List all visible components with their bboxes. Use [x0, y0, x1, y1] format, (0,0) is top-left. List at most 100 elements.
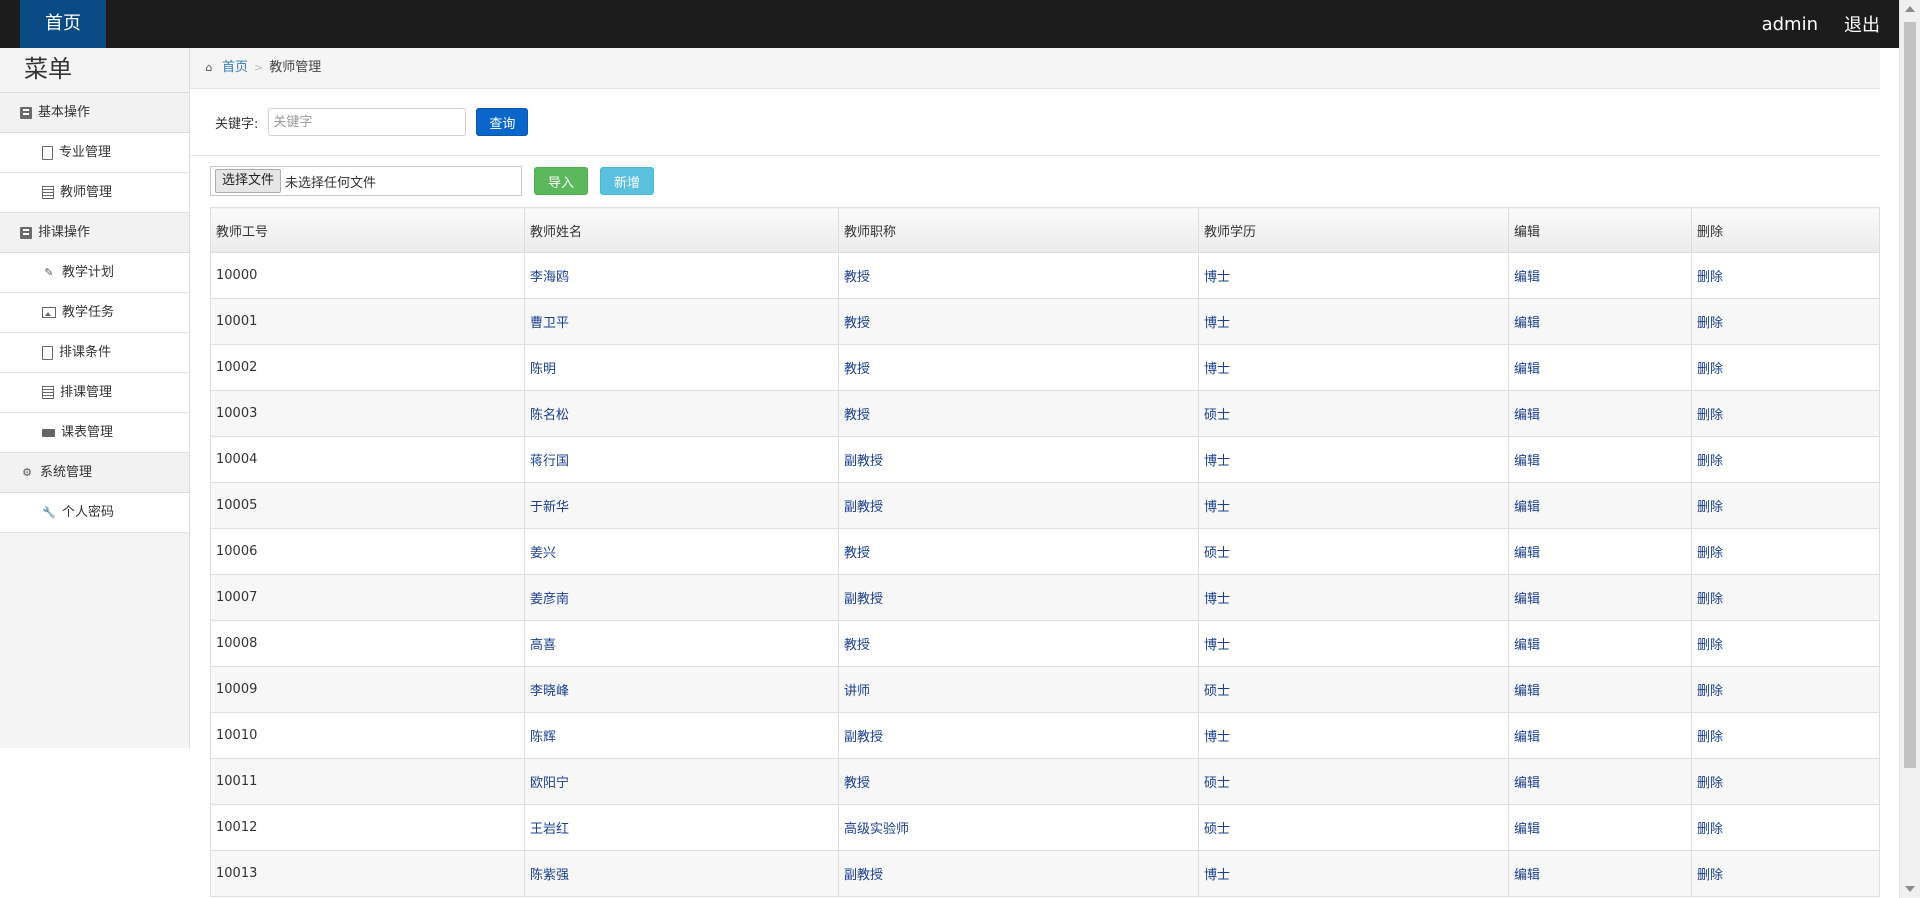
edit-link[interactable]: 编辑 — [1508, 528, 1692, 575]
search-input[interactable] — [268, 108, 467, 136]
teacher-name-cell: 王岩红 — [524, 804, 839, 851]
breadcrumb-home-link[interactable]: 首页 — [222, 48, 248, 88]
teacher-title-cell: 教授 — [838, 252, 1199, 299]
column-header: 教师工号 — [210, 207, 525, 253]
wrench-icon: 🔧 — [42, 506, 56, 519]
breadcrumb-current: 教师管理 — [269, 60, 322, 75]
search-button[interactable]: 查询 — [476, 108, 529, 136]
column-header: 教师姓名 — [524, 207, 839, 253]
sidebar-item-task[interactable]: 教学任务 — [0, 293, 189, 333]
teacher-title-cell: 高级实验师 — [838, 804, 1199, 851]
delete-link[interactable]: 删除 — [1691, 436, 1880, 483]
file-picker[interactable]: 选择文件 未选择任何文件 — [210, 166, 522, 196]
delete-link[interactable]: 删除 — [1691, 252, 1880, 299]
teacher-name-cell: 陈辉 — [524, 712, 839, 759]
teacher-name-cell: 姜兴 — [524, 528, 839, 575]
delete-link[interactable]: 删除 — [1691, 482, 1880, 529]
delete-link[interactable]: 删除 — [1691, 666, 1880, 713]
teacher-id-cell: 10011 — [210, 758, 525, 805]
teacher-degree-cell: 博士 — [1198, 574, 1509, 621]
add-button[interactable]: 新增 — [600, 167, 654, 195]
edit-link[interactable]: 编辑 — [1508, 298, 1692, 345]
teacher-name-cell: 陈明 — [524, 344, 839, 391]
sidebar-item-password[interactable]: 🔧 个人密码 — [0, 493, 189, 533]
teacher-id-cell: 10009 — [210, 666, 525, 713]
search-form: 关键字: 查询 — [190, 89, 1880, 156]
sidebar-item-schedule[interactable]: 排课管理 — [0, 373, 189, 413]
edit-link[interactable]: 编辑 — [1508, 758, 1692, 805]
teacher-id-cell: 10003 — [210, 390, 525, 437]
home-nav-link[interactable]: 首页 — [20, 0, 106, 48]
teacher-name-cell: 姜彦南 — [524, 574, 839, 621]
teacher-degree-cell: 硕士 — [1198, 666, 1509, 713]
sidebar-item-label: 教师管理 — [60, 185, 113, 200]
choose-file-button[interactable]: 选择文件 — [215, 169, 282, 193]
teacher-title-cell: 副教授 — [838, 436, 1199, 483]
teacher-name-cell: 陈名松 — [524, 390, 839, 437]
sidebar-item-timetable[interactable]: 课表管理 — [0, 413, 189, 453]
teacher-title-cell: 副教授 — [838, 482, 1199, 529]
sidebar-group-system[interactable]: ⚙ 系统管理 — [0, 453, 189, 493]
logout-link[interactable]: 退出 — [1844, 11, 1880, 37]
edit-link[interactable]: 编辑 — [1508, 666, 1692, 713]
table-row: 10001 曹卫平 教授 博士 编辑 删除 — [210, 298, 1880, 345]
edit-link[interactable]: 编辑 — [1508, 712, 1692, 759]
edit-link[interactable]: 编辑 — [1508, 482, 1692, 529]
teacher-degree-cell: 硕士 — [1198, 390, 1509, 437]
delete-link[interactable]: 删除 — [1691, 390, 1880, 437]
delete-link[interactable]: 删除 — [1691, 804, 1880, 851]
edit-link[interactable]: 编辑 — [1508, 252, 1692, 299]
teacher-title-cell: 教授 — [838, 344, 1199, 391]
teacher-name-cell: 曹卫平 — [524, 298, 839, 345]
sidebar-item-label: 教学任务 — [62, 305, 115, 320]
sidebar-item-teacher[interactable]: 教师管理 — [0, 173, 189, 213]
sidebar-item-label: 教学计划 — [62, 265, 115, 280]
sidebar-group-basic[interactable]: 基本操作 — [0, 93, 189, 133]
username-label[interactable]: admin — [1762, 14, 1818, 35]
delete-link[interactable]: 删除 — [1691, 344, 1880, 391]
table-row: 10008 高喜 教授 博士 编辑 删除 — [210, 620, 1880, 667]
delete-link[interactable]: 删除 — [1691, 620, 1880, 667]
edit-link[interactable]: 编辑 — [1508, 344, 1692, 391]
import-button[interactable]: 导入 — [534, 167, 588, 195]
teacher-degree-cell: 博士 — [1198, 850, 1509, 897]
sidebar-item-label: 排课条件 — [59, 345, 112, 360]
teacher-name-cell: 高喜 — [524, 620, 839, 667]
scroll-up-icon[interactable] — [1905, 6, 1915, 12]
edit-link[interactable]: 编辑 — [1508, 850, 1692, 897]
page-scrollbar[interactable] — [1899, 0, 1920, 898]
teacher-name-cell: 陈紫强 — [524, 850, 839, 897]
table-row: 10003 陈名松 教授 硕士 编辑 删除 — [210, 390, 1880, 437]
table-row: 10000 李海鸥 教授 博士 编辑 删除 — [210, 252, 1880, 299]
delete-link[interactable]: 删除 — [1691, 574, 1880, 621]
table-row: 10010 陈辉 副教授 博士 编辑 删除 — [210, 712, 1880, 759]
home-icon: ⌂ — [205, 61, 213, 74]
sidebar-item-major[interactable]: 专业管理 — [0, 133, 189, 173]
sidebar-group-scheduling[interactable]: 排课操作 — [0, 213, 189, 253]
column-header: 删除 — [1691, 207, 1880, 253]
delete-link[interactable]: 删除 — [1691, 528, 1880, 575]
teacher-title-cell: 副教授 — [838, 574, 1199, 621]
delete-link[interactable]: 删除 — [1691, 758, 1880, 805]
truck-icon — [42, 428, 55, 437]
scrollbar-thumb[interactable] — [1904, 22, 1916, 768]
teacher-degree-cell: 博士 — [1198, 482, 1509, 529]
delete-link[interactable]: 删除 — [1691, 298, 1880, 345]
delete-link[interactable]: 删除 — [1691, 850, 1880, 897]
edit-link[interactable]: 编辑 — [1508, 436, 1692, 483]
column-header: 教师学历 — [1198, 207, 1509, 253]
edit-link[interactable]: 编辑 — [1508, 620, 1692, 667]
column-header: 编辑 — [1508, 207, 1692, 253]
sidebar-item-condition[interactable]: 排课条件 — [0, 333, 189, 373]
breadcrumb: ⌂ 首页 > 教师管理 — [190, 48, 1880, 89]
teacher-degree-cell: 博士 — [1198, 436, 1509, 483]
toolbar: 选择文件 未选择任何文件 导入 新增 — [190, 156, 1880, 206]
scroll-down-icon[interactable] — [1905, 886, 1915, 892]
delete-link[interactable]: 删除 — [1691, 712, 1880, 759]
edit-link[interactable]: 编辑 — [1508, 574, 1692, 621]
sidebar-item-label: 专业管理 — [59, 145, 112, 160]
sidebar-item-plan[interactable]: ✎ 教学计划 — [0, 253, 189, 293]
teacher-title-cell: 教授 — [838, 528, 1199, 575]
edit-link[interactable]: 编辑 — [1508, 390, 1692, 437]
edit-link[interactable]: 编辑 — [1508, 804, 1692, 851]
